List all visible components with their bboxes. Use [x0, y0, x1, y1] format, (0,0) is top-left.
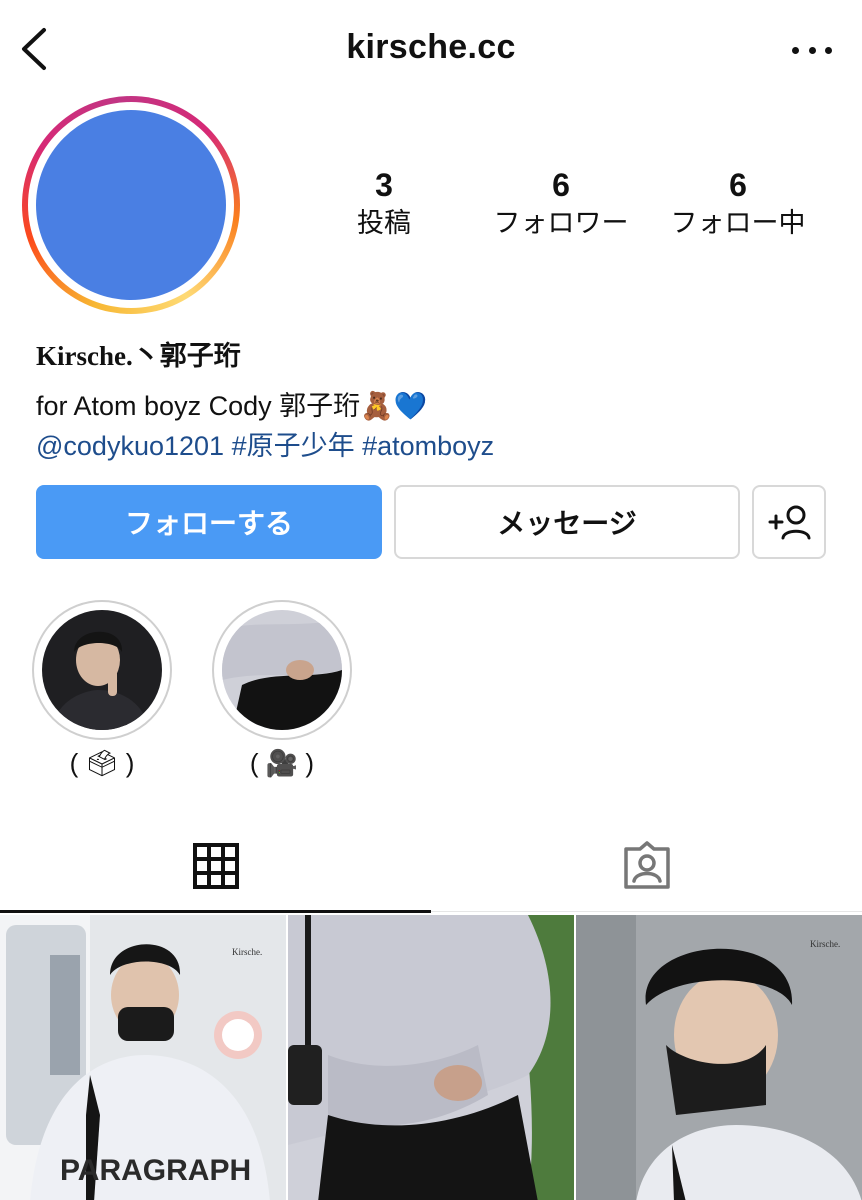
tab-posts-grid[interactable] [0, 820, 431, 913]
post-thumbnail[interactable]: Kirsche. [576, 915, 862, 1200]
stat-followers-count: 6 [552, 167, 570, 203]
follow-button[interactable]: フォローする [36, 485, 382, 559]
dot-icon [825, 46, 832, 54]
top-bar: kirsche.cc [0, 0, 862, 96]
avatar-image [36, 110, 226, 300]
shirt-print-text: PARAGRAPH [60, 1154, 251, 1187]
stat-following-count: 6 [729, 167, 747, 203]
stat-followers-label: フォロワー [493, 208, 629, 238]
more-options-button[interactable] [792, 42, 832, 58]
grid-icon [192, 843, 239, 889]
post-watermark: Kirsche. [232, 947, 262, 957]
bio-hashtag-link[interactable]: #原子少年 [232, 431, 355, 461]
stat-followers[interactable]: 6 フォロワー [471, 166, 651, 242]
story-highlight[interactable]: ( 🎥 ) [212, 600, 352, 779]
add-person-icon [768, 505, 811, 540]
stat-posts-count: 3 [375, 167, 393, 203]
tab-tagged[interactable] [431, 820, 862, 912]
profile-tabs [0, 820, 862, 913]
stat-following-label: フォロー中 [670, 208, 806, 238]
highlight-label: ( 🗳 ) [69, 748, 135, 778]
tagged-person-icon [623, 841, 670, 889]
highlight-ring[interactable] [32, 600, 172, 740]
profile-avatar[interactable] [22, 96, 240, 314]
bio-text: for Atom boyz Cody 郭子珩🧸💙 [36, 391, 428, 421]
stat-following[interactable]: 6 フォロー中 [648, 166, 828, 242]
post-thumbnail[interactable]: Kirsche. PARAGRAPH [0, 915, 286, 1200]
post-watermark: Kirsche. [810, 939, 840, 949]
suggest-accounts-button[interactable] [752, 485, 826, 559]
highlight-cover-image [42, 610, 162, 730]
bio-hashtag-link[interactable]: #atomboyz [362, 431, 494, 461]
highlight-ring[interactable] [212, 600, 352, 740]
message-button[interactable]: メッセージ [394, 485, 740, 559]
dot-icon [808, 46, 816, 54]
dot-icon [792, 46, 799, 54]
bio-links: @codykuo1201 #原子少年 #atomboyz [36, 424, 494, 463]
bio-mention-link[interactable]: @codykuo1201 [36, 431, 224, 461]
profile-username-title: kirsche.cc [346, 28, 516, 66]
highlight-label: ( 🎥 ) [249, 748, 315, 778]
display-name: Kirsche.丶郭子珩 [36, 341, 241, 371]
post-thumbnail[interactable] [288, 915, 574, 1200]
posts-grid: Kirsche. PARAGRAPH Kirsche. [0, 913, 862, 1200]
highlight-cover-image [222, 610, 342, 730]
story-highlight[interactable]: ( 🗳 ) [32, 600, 172, 779]
stat-posts-label: 投稿 [357, 208, 411, 238]
stat-posts[interactable]: 3 投稿 [294, 166, 474, 242]
